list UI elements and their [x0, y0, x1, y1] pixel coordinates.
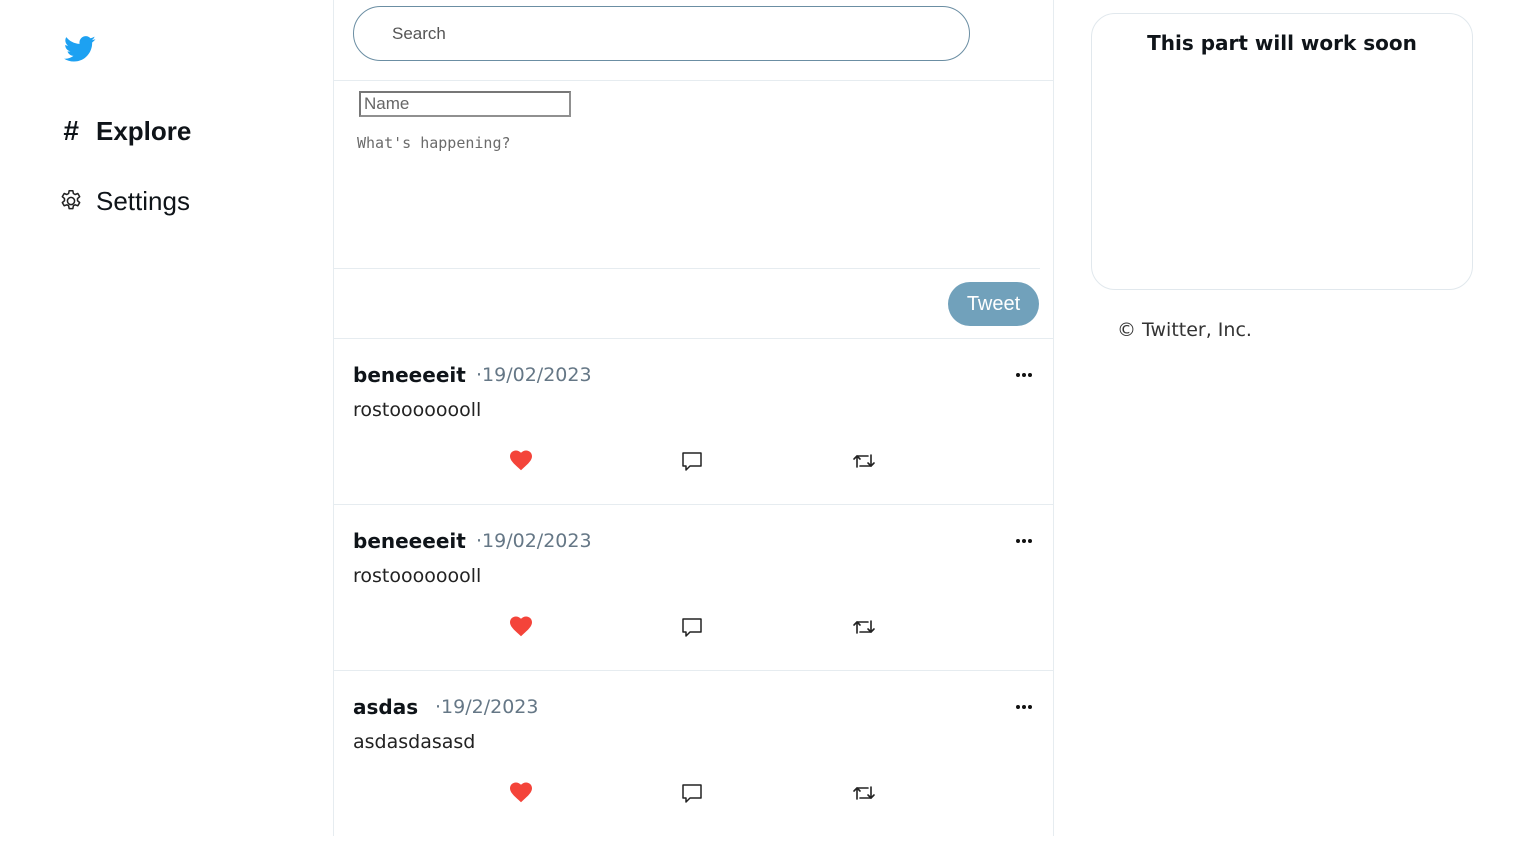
main-feed: Tweet beneeeeit ·19/02/2023 rostoooooool… [333, 0, 1054, 836]
retweet-icon[interactable] [852, 449, 880, 473]
retweet-icon[interactable] [852, 781, 880, 805]
more-options-icon[interactable] [1012, 531, 1036, 551]
card-title: This part will work soon [1147, 31, 1417, 55]
sidebar-item-label: Settings [96, 186, 190, 216]
divider [334, 80, 1054, 81]
tweet-date: ·19/02/2023 [476, 364, 592, 386]
search-input[interactable] [353, 6, 970, 61]
more-options-icon[interactable] [1012, 697, 1036, 717]
tweet: beneeeeit ·19/02/2023 rostoooooooll [334, 505, 1054, 671]
copyright-text: © Twitter, Inc. [1117, 319, 1252, 341]
sidebar-item-label: Explore [96, 116, 192, 146]
tweet-date: ·19/2/2023 [435, 696, 539, 718]
reply-icon[interactable] [680, 781, 708, 805]
divider [334, 268, 1040, 269]
tweet-date: ·19/02/2023 [476, 530, 592, 552]
tweet-textarea[interactable] [357, 134, 1017, 254]
heart-icon[interactable] [508, 449, 536, 473]
tweet-username[interactable]: beneeeeit [353, 363, 466, 387]
more-options-icon[interactable] [1012, 365, 1036, 385]
tweet-text: rostoooooooll [353, 565, 482, 587]
tweet-button[interactable]: Tweet [948, 282, 1039, 326]
tweet-username[interactable]: beneeeeit [353, 529, 466, 553]
tweet-list: beneeeeit ·19/02/2023 rostoooooooll bene… [334, 339, 1054, 837]
sidebar-item-explore[interactable]: # Explore [58, 114, 191, 148]
reply-icon[interactable] [680, 615, 708, 639]
heart-icon[interactable] [508, 615, 536, 639]
sidebar: # Explore Settings [0, 0, 333, 846]
tweet-username[interactable]: asdas [353, 695, 418, 719]
retweet-icon[interactable] [852, 615, 880, 639]
tweet-text: asdasdasasd [353, 731, 476, 753]
reply-icon[interactable] [680, 449, 708, 473]
heart-icon[interactable] [508, 781, 536, 805]
tweet: beneeeeit ·19/02/2023 rostoooooooll [334, 339, 1054, 505]
name-field[interactable] [359, 91, 571, 117]
hash-icon: # [63, 115, 79, 146]
gear-icon [58, 186, 86, 216]
tweet-text: rostoooooooll [353, 399, 482, 421]
twitter-bird-icon[interactable] [63, 33, 97, 65]
sidebar-item-settings[interactable]: Settings [58, 184, 190, 218]
trends-card: This part will work soon [1091, 13, 1473, 290]
tweet: asdas ·19/2/2023 asdasdasasd [334, 671, 1054, 837]
